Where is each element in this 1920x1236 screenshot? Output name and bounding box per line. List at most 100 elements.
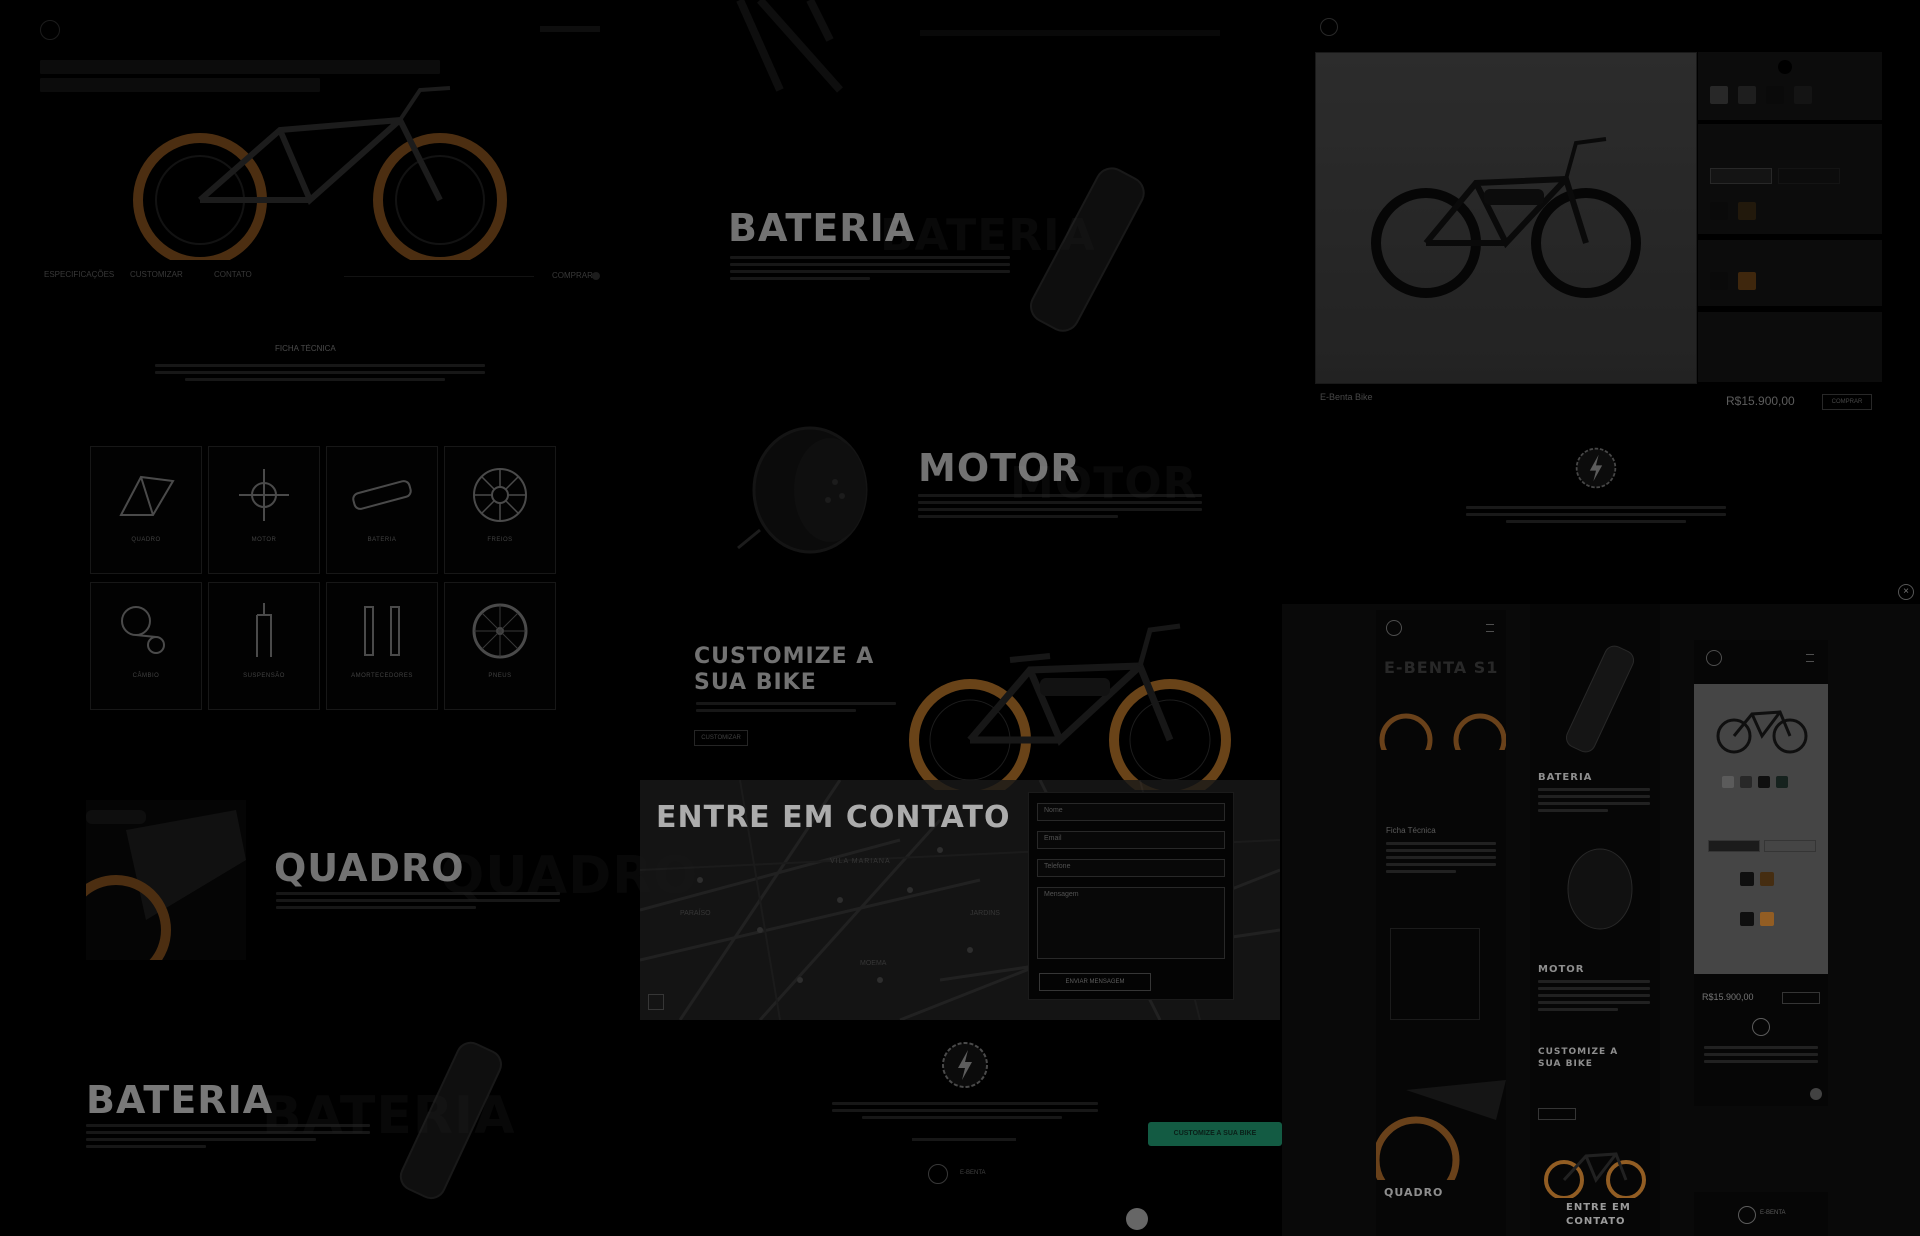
buy-button[interactable]: COMPRAR [1822, 394, 1872, 410]
mobile-bateria-title: BATERIA [1538, 772, 1593, 783]
mobile3-swatch[interactable] [1758, 776, 1770, 788]
mobile3-swatch[interactable] [1776, 776, 1788, 788]
frame-color-swatch[interactable] [1738, 202, 1756, 220]
ficha-card-pneus[interactable]: PNEUS [444, 582, 556, 710]
ficha-card-freios[interactable]: FREIOS [444, 446, 556, 574]
ficha-card-quadro[interactable]: QUADRO [90, 446, 202, 574]
mobile3-product-card [1694, 684, 1828, 974]
product-price: R$15.900,00 [1726, 394, 1795, 408]
hero-nav-item-3[interactable]: CONTATO [214, 270, 252, 280]
mobile3-menu-icon[interactable] [1806, 654, 1814, 662]
mobile3-footer-text [1704, 1046, 1818, 1067]
message-field[interactable]: Mensagem [1037, 887, 1225, 959]
ficha-card-label: QUADRO [131, 537, 161, 543]
motor-description [918, 494, 1202, 522]
customize-description [696, 702, 896, 716]
map-label-4: MOEMA [860, 960, 887, 967]
frame-color-swatch[interactable] [1710, 202, 1728, 220]
product-image-frame [1315, 52, 1697, 384]
ficha-card-motor[interactable]: MOTOR [208, 446, 320, 574]
mobile3-footer-logo-icon [1738, 1206, 1756, 1224]
product-brand-badge-icon [1575, 447, 1617, 489]
email-field[interactable]: Email [1037, 831, 1225, 849]
customize-bike-image [909, 623, 1231, 790]
ficha-title: FICHA TÉCNICA [275, 344, 336, 353]
mobile-customize-button[interactable] [1538, 1108, 1576, 1120]
ficha-card-bateria[interactable]: BATERIA [326, 446, 438, 574]
ficha-card-amortecedores[interactable]: AMORTECEDORES [326, 582, 438, 710]
hero-divider [344, 276, 534, 277]
map-zoom-control[interactable] [648, 994, 664, 1010]
ficha-card-label: SUSPENSÃO [243, 673, 285, 679]
phone-field[interactable]: Telefone [1037, 859, 1225, 877]
color-swatch[interactable] [1710, 86, 1728, 104]
map-label-1: VILA MARIANA [830, 858, 891, 865]
mobile-ficha-card[interactable] [1390, 928, 1480, 1020]
mobile3-scroll-icon[interactable] [1810, 1088, 1822, 1100]
mobile-contato-line1: ENTRE EM [1566, 1202, 1631, 1213]
product-name: E-Benta Bike [1320, 392, 1373, 402]
mobile-contato-line2: CONTATO [1566, 1216, 1626, 1227]
quadro-bike-photo [86, 800, 246, 960]
mobile-menu-icon[interactable] [1486, 624, 1494, 632]
wheel-color-swatch[interactable] [1710, 272, 1728, 290]
logo-icon [40, 20, 60, 40]
size-option[interactable] [1778, 168, 1840, 184]
option-panel-extras [1698, 312, 1882, 382]
contact-section: VILA MARIANA PARAÍSO JARDINS MOEMA ENTRE… [640, 780, 1280, 1020]
footer-brand-name: E-BENTA [960, 1170, 986, 1176]
hero-cta-arrow-icon[interactable] [592, 272, 600, 280]
hero-nav-item-2[interactable]: CUSTOMIZAR [130, 270, 183, 280]
hero-nav-item-1[interactable]: ESPECIFICAÇÕES [44, 270, 114, 280]
battery-icon [352, 480, 412, 510]
green-cta-button[interactable]: CUSTOMIZE A SUA BIKE [1148, 1122, 1282, 1146]
quadro-title: QUADRO [274, 846, 465, 890]
top-nav[interactable] [540, 26, 600, 32]
wheel-color-swatch[interactable] [1738, 272, 1756, 290]
customize-title-line2: SUA BIKE [694, 670, 817, 695]
option-panel-colors [1698, 52, 1882, 120]
hero-cta[interactable]: COMPRAR [552, 271, 593, 281]
mobile-ficha-description [1386, 842, 1496, 877]
center-top-nav[interactable] [920, 30, 1220, 36]
bateria-left-image [399, 1041, 502, 1200]
mobile3-buy-button[interactable] [1782, 992, 1820, 1004]
mobile3-logo-icon [1706, 650, 1722, 666]
mobile-battery-image [1565, 645, 1635, 753]
map-label-3: JARDINS [970, 910, 1000, 917]
name-field[interactable]: Nome [1037, 803, 1225, 821]
mobile3-size-selected[interactable] [1708, 840, 1760, 852]
color-swatch[interactable] [1738, 86, 1756, 104]
mobile3-frame-swatch[interactable] [1740, 872, 1754, 886]
motor-image [737, 426, 868, 554]
mobile-screen-2: BATERIA MOTOR CUSTOMIZE A SUA BIKE ENTRE… [1530, 604, 1660, 1236]
color-swatch[interactable] [1794, 86, 1812, 104]
wheel-icon [472, 603, 528, 659]
mobile3-size-option[interactable] [1764, 840, 1816, 852]
close-icon[interactable]: × [1898, 584, 1914, 600]
mobile3-wheel-swatch[interactable] [1760, 912, 1774, 926]
bateria-top-image [1030, 167, 1145, 332]
map-label-2: PARAÍSO [680, 910, 711, 917]
size-option-selected[interactable] [1710, 168, 1772, 184]
color-swatch[interactable] [1766, 86, 1784, 104]
mobile-quadro-photo [1376, 1080, 1506, 1180]
motor-title: MOTOR [918, 446, 1081, 490]
product-bike-image [1371, 137, 1641, 298]
scroll-indicator[interactable] [1126, 1208, 1148, 1230]
mobile-screen-3-footer: E-BENTA [1694, 1192, 1828, 1236]
mobile3-swatch[interactable] [1740, 776, 1752, 788]
send-message-button[interactable]: ENVIAR MENSAGEM [1039, 973, 1151, 991]
mobile3-wheel-swatch[interactable] [1740, 912, 1754, 926]
product-footer-text [1466, 506, 1726, 527]
ficha-card-cambio[interactable]: CÂMBIO [90, 582, 202, 710]
hero-section: ESPECIFICAÇÕES CUSTOMIZAR CONTATO COMPRA… [0, 0, 620, 290]
mobile3-frame-swatch[interactable] [1760, 872, 1774, 886]
footer-logo-icon [928, 1164, 948, 1184]
customize-button[interactable]: CUSTOMIZAR [694, 730, 748, 746]
contact-form: Nome Email Telefone Mensagem ENVIAR MENS… [1028, 792, 1234, 1000]
mobile3-swatch[interactable] [1722, 776, 1734, 788]
bateria-top-description [730, 256, 1010, 284]
ficha-card-label: CÂMBIO [132, 673, 160, 679]
ficha-card-suspensao[interactable]: SUSPENSÃO [208, 582, 320, 710]
